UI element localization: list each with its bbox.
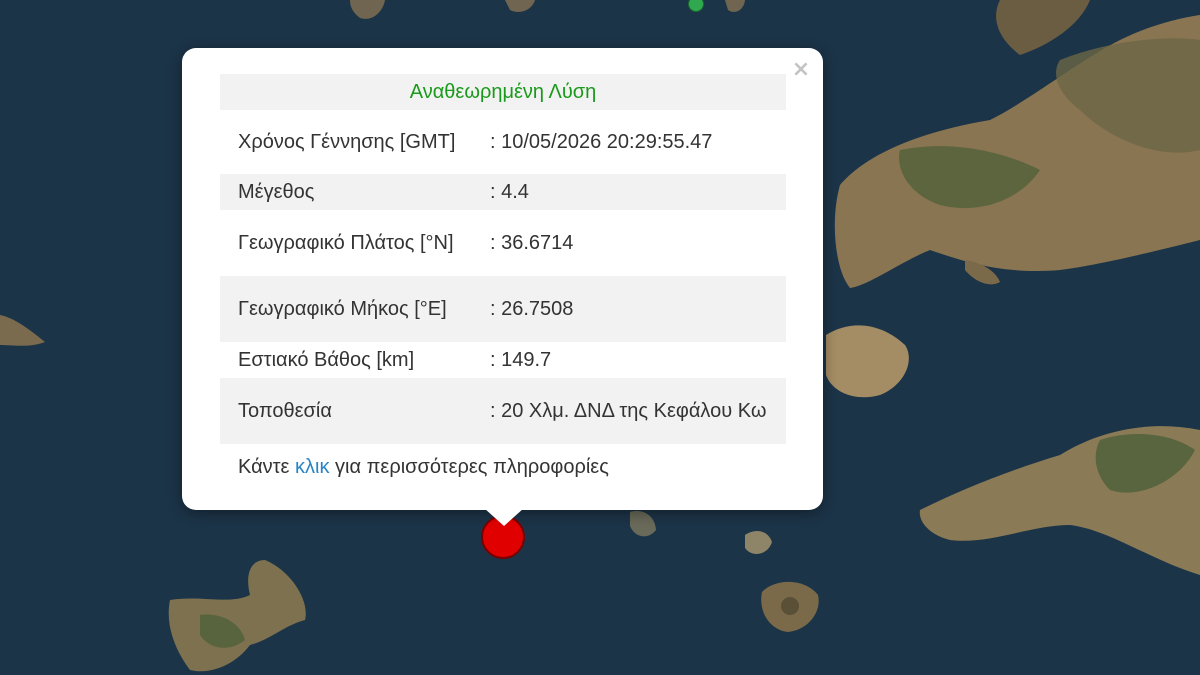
row-value: : 26.7508 <box>474 276 786 342</box>
row-label: Γεωγραφικό Μήκος [°E] <box>220 276 474 342</box>
event-info-table: Αναθεωρημένη Λύση Χρόνος Γέννησης [GMT] … <box>220 74 786 444</box>
row-value: : 10/05/2026 20:29:55.47 <box>490 131 713 153</box>
more-info-text: Κάντε κλικ για περισσότερες πληροφορίες <box>238 456 609 478</box>
table-row: Μέγεθος : 4.4 <box>220 174 786 210</box>
row-value: : 20 Χλμ. ΔΝΔ της Κεφάλου Κω <box>474 378 786 444</box>
row-label: Μέγεθος <box>220 174 474 210</box>
more-info-link[interactable]: κλικ <box>295 456 329 478</box>
table-header-row: Αναθεωρημένη Λύση <box>220 74 786 110</box>
row-value: : 149.7 <box>490 349 552 371</box>
table-row: Χρόνος Γέννησης [GMT] : 10/05/2026 20:29… <box>220 110 786 174</box>
row-label: Χρόνος Γέννησης [GMT] <box>238 131 456 153</box>
row-label: Γεωγραφικό Πλάτος [°N] <box>238 232 454 254</box>
table-row: Γεωγραφικό Πλάτος [°N] : 36.6714 <box>220 210 786 276</box>
row-value: : 4.4 <box>474 174 786 210</box>
earthquake-popup: × Αναθεωρημένη Λύση Χρόνος Γέννησης [GMT… <box>182 48 823 510</box>
table-row: Τοποθεσία : 20 Χλμ. ΔΝΔ της Κεφάλου Κω <box>220 378 786 444</box>
row-value: : 36.6714 <box>490 232 574 254</box>
table-row: Γεωγραφικό Μήκος [°E] : 26.7508 <box>220 276 786 342</box>
popup-title: Αναθεωρημένη Λύση <box>220 74 786 110</box>
row-label: Τοποθεσία <box>220 378 474 444</box>
popup-tip <box>484 508 524 526</box>
row-label: Εστιακό Βάθος [km] <box>238 349 415 371</box>
close-icon[interactable]: × <box>789 58 813 82</box>
table-row: Εστιακό Βάθος [km] : 149.7 <box>220 342 786 378</box>
